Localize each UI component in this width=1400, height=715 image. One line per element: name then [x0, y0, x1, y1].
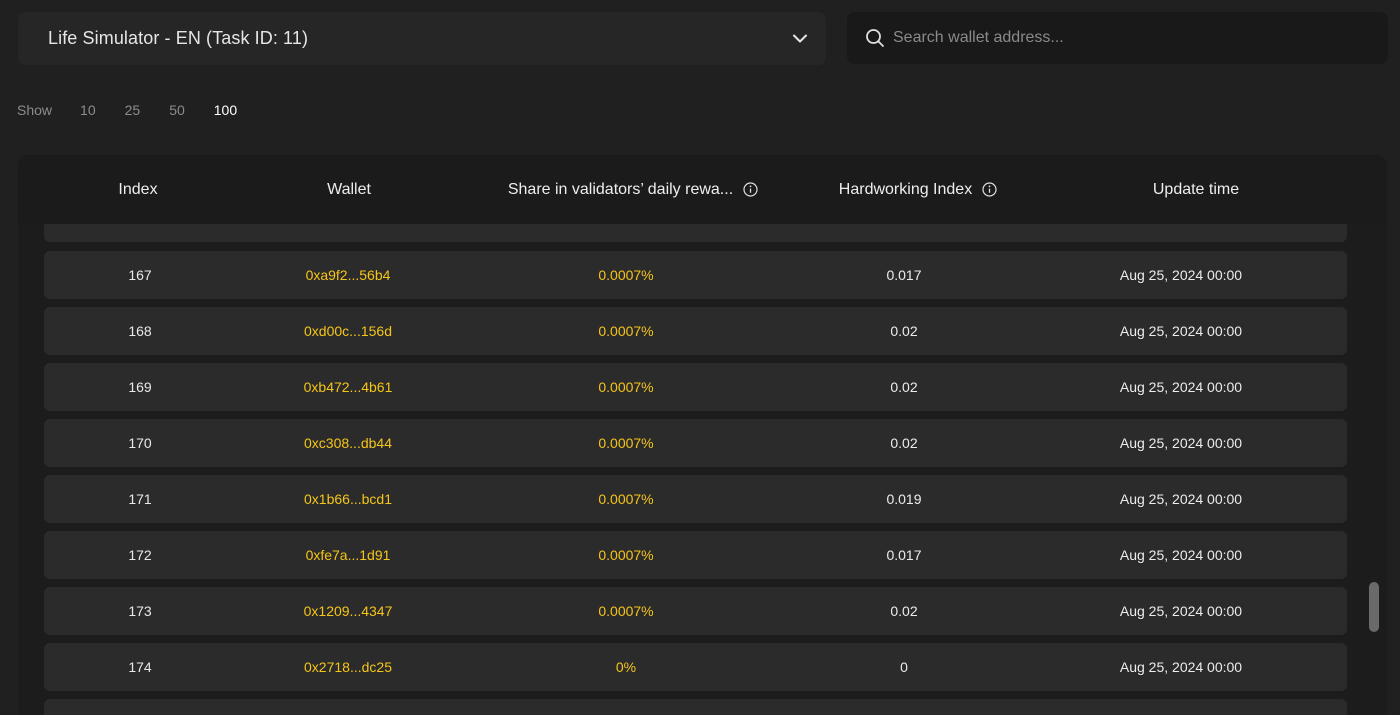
- row-update-time: Aug 25, 2024 00:00: [1119, 603, 1243, 619]
- row-update-time: Aug 25, 2024 00:00: [1119, 659, 1243, 675]
- row-wallet-link[interactable]: 0xc308...db44: [248, 419, 448, 467]
- table-header: Index Wallet Share in validators’ daily …: [18, 155, 1387, 224]
- table-row[interactable]: 172 0xfe7a...1d91 0.0007% 0.017 Aug 25, …: [44, 531, 1347, 579]
- task-select-dropdown[interactable]: Life Simulator - EN (Task ID: 11): [18, 12, 826, 65]
- header-share-label: Share in validators’ daily rewa...: [507, 180, 734, 198]
- table-row[interactable]: 168 0xd00c...156d 0.0007% 0.02 Aug 25, 2…: [44, 307, 1347, 355]
- table-row[interactable]: 171 0x1b66...bcd1 0.0007% 0.019 Aug 25, …: [44, 475, 1347, 523]
- info-icon[interactable]: [982, 182, 997, 197]
- table-row[interactable]: 174 0x2718...dc25 0% 0 Aug 25, 2024 00:0…: [44, 643, 1347, 691]
- header-hardworking-index[interactable]: Hardworking Index: [818, 155, 1018, 224]
- row-index: 174: [128, 659, 152, 675]
- row-share: 0%: [615, 659, 637, 675]
- row-index: 169: [128, 379, 152, 395]
- row-share: 0.0007%: [598, 547, 654, 563]
- row-wallet-link[interactable]: 0x1b66...bcd1: [248, 475, 448, 523]
- table-row[interactable]: 170 0xc308...db44 0.0007% 0.02 Aug 25, 2…: [44, 419, 1347, 467]
- row-index: 167: [128, 267, 152, 283]
- row-wallet-link[interactable]: 0xd00c...156d: [248, 307, 448, 355]
- header-hardworking-label: Hardworking Index: [838, 180, 973, 198]
- row-wallet-link[interactable]: 0xfe7a...1d91: [248, 531, 448, 579]
- leaderboard-table: 167 0xa9f2...56b4 0.0007% 0.017 Aug 25, …: [18, 155, 1387, 715]
- row-hardworking-index: 0.02: [890, 435, 918, 451]
- chevron-down-icon: [792, 31, 808, 47]
- row-update-time: Aug 25, 2024 00:00: [1119, 435, 1243, 451]
- row-wallet-link[interactable]: 0x2718...dc25: [248, 643, 448, 691]
- table-row[interactable]: [44, 699, 1347, 715]
- page-size-option-50[interactable]: 50: [169, 102, 185, 118]
- row-share: 0.0007%: [598, 435, 654, 451]
- row-share: 0.0007%: [598, 491, 654, 507]
- header-update-time-label: Update time: [1152, 180, 1240, 198]
- table-row[interactable]: 167 0xa9f2...56b4 0.0007% 0.017 Aug 25, …: [44, 251, 1347, 299]
- row-index: 170: [128, 435, 152, 451]
- row-wallet-link[interactable]: 0x1209...4347: [248, 587, 448, 635]
- row-wallet-link[interactable]: 0xa9f2...56b4: [248, 251, 448, 299]
- row-update-time: Aug 25, 2024 00:00: [1119, 323, 1243, 339]
- row-share: 0.0007%: [598, 603, 654, 619]
- table-scrollbar[interactable]: [1369, 582, 1379, 632]
- header-wallet-label: Wallet: [327, 180, 371, 198]
- page-size-option-10[interactable]: 10: [80, 102, 96, 118]
- row-index: 173: [128, 603, 152, 619]
- row-hardworking-index: 0.02: [890, 323, 918, 339]
- info-icon[interactable]: [743, 182, 758, 197]
- row-share: 0.0007%: [598, 323, 654, 339]
- header-index[interactable]: Index: [78, 155, 198, 224]
- row-wallet-link[interactable]: 0xb472...4b61: [248, 363, 448, 411]
- row-update-time: Aug 25, 2024 00:00: [1119, 267, 1243, 283]
- table-row[interactable]: 169 0xb472...4b61 0.0007% 0.02 Aug 25, 2…: [44, 363, 1347, 411]
- row-hardworking-index: 0.017: [886, 547, 922, 563]
- row-hardworking-index: 0.02: [890, 379, 918, 395]
- page-size-option-100[interactable]: 100: [214, 102, 237, 118]
- task-select-label: Life Simulator - EN (Task ID: 11): [48, 28, 309, 48]
- search-icon: [865, 28, 885, 48]
- show-label: Show: [17, 102, 53, 118]
- header-share[interactable]: Share in validators’ daily rewa...: [488, 155, 778, 224]
- table-row[interactable]: 173 0x1209...4347 0.0007% 0.02 Aug 25, 2…: [44, 587, 1347, 635]
- row-index: 171: [128, 491, 152, 507]
- row-update-time: Aug 25, 2024 00:00: [1119, 379, 1243, 395]
- row-hardworking-index: 0.02: [890, 603, 918, 619]
- header-wallet[interactable]: Wallet: [289, 155, 409, 224]
- wallet-search-box[interactable]: [847, 12, 1388, 64]
- row-hardworking-index: 0.017: [886, 267, 922, 283]
- header-update-time[interactable]: Update time: [1116, 155, 1276, 224]
- page-size-selector: Show 10 25 50 100: [17, 100, 266, 120]
- row-hardworking-index: 0: [900, 659, 908, 675]
- header-index-label: Index: [118, 180, 158, 198]
- row-index: 168: [128, 323, 152, 339]
- row-hardworking-index: 0.019: [886, 491, 922, 507]
- row-update-time: Aug 25, 2024 00:00: [1119, 491, 1243, 507]
- wallet-search-input[interactable]: [893, 29, 1370, 47]
- table-body[interactable]: 167 0xa9f2...56b4 0.0007% 0.017 Aug 25, …: [44, 194, 1347, 715]
- page-size-option-25[interactable]: 25: [125, 102, 141, 118]
- row-index: 172: [128, 547, 152, 563]
- row-update-time: Aug 25, 2024 00:00: [1119, 547, 1243, 563]
- row-share: 0.0007%: [598, 267, 654, 283]
- row-share: 0.0007%: [598, 379, 654, 395]
